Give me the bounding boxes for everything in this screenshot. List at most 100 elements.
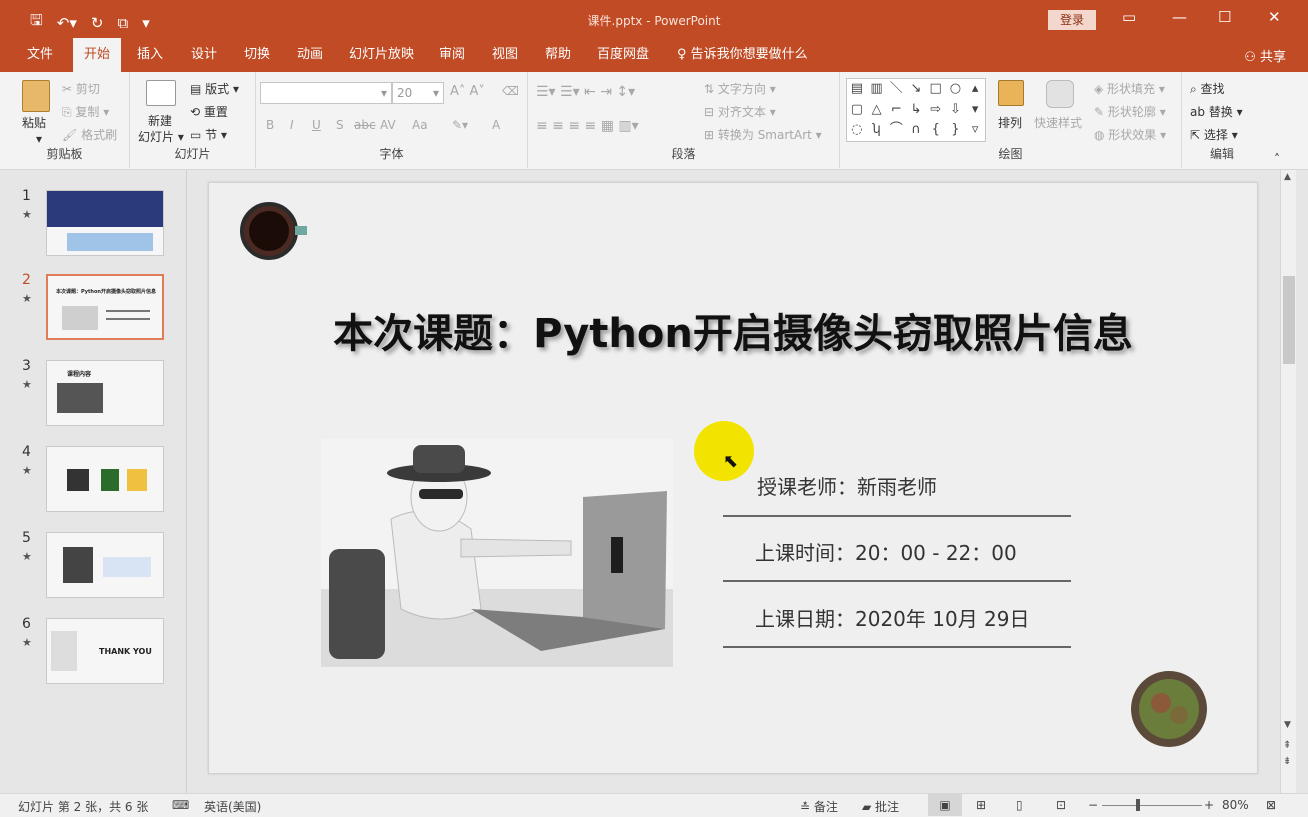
current-slide[interactable]: 本次课题：Python开启摄像头窃取照片信息 ⬉ 授课老师：新雨老师 上课时间：… bbox=[208, 182, 1258, 774]
bold-button[interactable]: B bbox=[266, 118, 274, 132]
elbow-shape-icon[interactable]: ⌐ bbox=[886, 100, 906, 121]
tab-slideshow[interactable]: 幻灯片放映 bbox=[338, 38, 425, 72]
slide-title[interactable]: 本次课题：Python开启摄像头窃取照片信息 bbox=[209, 301, 1257, 359]
roundrect-shape-icon[interactable]: ▢ bbox=[847, 100, 867, 121]
close-icon[interactable]: ✕ bbox=[1268, 8, 1281, 26]
rect-shape-icon[interactable]: □ bbox=[926, 79, 946, 100]
font-color-button[interactable]: A bbox=[492, 118, 500, 132]
copy-button[interactable]: ⎘ 复制 ▾ bbox=[62, 103, 109, 120]
gallery-down-icon[interactable]: ▾ bbox=[965, 100, 985, 121]
new-slide-icon[interactable] bbox=[146, 80, 176, 106]
arrange-button[interactable]: 排列 bbox=[998, 114, 1022, 131]
tab-help[interactable]: 帮助 bbox=[534, 38, 582, 72]
highlight-icon[interactable]: ✎▾ bbox=[452, 118, 468, 132]
layout-button[interactable]: ▤ 版式 ▾ bbox=[190, 80, 239, 97]
strikethrough-button[interactable]: abc bbox=[354, 118, 376, 132]
spellcheck-icon[interactable]: ⌨ bbox=[172, 798, 189, 812]
scroll-down-icon[interactable]: ▼ bbox=[1284, 720, 1291, 730]
quick-styles-icon[interactable] bbox=[1046, 80, 1074, 108]
vtextbox-shape-icon[interactable]: ▥ bbox=[867, 79, 887, 100]
thumbnail-5[interactable]: 5 ★ bbox=[0, 530, 187, 610]
right-arrow-shape-icon[interactable]: ⇨ bbox=[926, 100, 946, 121]
textbox-shape-icon[interactable]: ▤ bbox=[847, 79, 867, 100]
find-button[interactable]: ⌕ 查找 bbox=[1190, 80, 1225, 97]
language-indicator[interactable]: 英语(美国) bbox=[204, 798, 261, 815]
shape-fill-button[interactable]: ◈ 形状填充 ▾ bbox=[1094, 80, 1165, 97]
class-date-text[interactable]: 上课日期：2020年 10月 29日 bbox=[755, 603, 1030, 632]
change-case-button[interactable]: Aa bbox=[412, 118, 428, 132]
cut-button[interactable]: ✂ 剪切 bbox=[62, 80, 100, 97]
char-spacing-button[interactable]: AV bbox=[380, 118, 396, 132]
freeform-shape-icon[interactable]: ʮ bbox=[867, 120, 887, 141]
brace-right-shape-icon[interactable]: } bbox=[946, 120, 966, 141]
shadow-button[interactable]: S bbox=[336, 118, 344, 132]
teacher-text[interactable]: 授课老师：新雨老师 bbox=[757, 471, 937, 500]
italic-button[interactable]: I bbox=[290, 118, 294, 132]
replace-button[interactable]: ab 替换 ▾ bbox=[1190, 103, 1243, 120]
zoom-in-icon[interactable]: + bbox=[1204, 798, 1214, 812]
class-time-text[interactable]: 上课时间：20：00 - 22：00 bbox=[755, 537, 1017, 566]
next-slide-icon[interactable]: ⇟ bbox=[1283, 756, 1291, 767]
comments-button[interactable]: ▰ 批注 bbox=[862, 798, 899, 815]
arrow-line-shape-icon[interactable]: ↘ bbox=[906, 79, 926, 100]
font-family-select[interactable]: ▾ bbox=[260, 82, 392, 104]
zoom-level[interactable]: 80% bbox=[1222, 798, 1249, 812]
shape-effects-button[interactable]: ◍ 形状效果 ▾ bbox=[1094, 126, 1166, 143]
collapse-ribbon-icon[interactable]: ˄ bbox=[1274, 152, 1280, 166]
triangle-shape-icon[interactable]: △ bbox=[867, 100, 887, 121]
minimize-icon[interactable]: — bbox=[1172, 8, 1187, 26]
shape-outline-button[interactable]: ✎ 形状轮廓 ▾ bbox=[1094, 103, 1166, 120]
align-text-button[interactable]: ⊟ 对齐文本 ▾ bbox=[704, 103, 776, 120]
slideshow-view-icon[interactable]: ⊡ bbox=[1056, 798, 1066, 812]
vertical-scrollbar[interactable]: ▲ ▼ ⇞ ⇟ bbox=[1280, 170, 1296, 793]
ribbon-display-icon[interactable]: ▭ bbox=[1122, 8, 1136, 26]
thumbnail-2[interactable]: 2 ★ 本次课题：Python开启摄像头窃取照片信息 bbox=[0, 272, 187, 352]
arrange-icon[interactable] bbox=[998, 80, 1024, 106]
bullets-icon[interactable]: ☰▾ ☰▾ ⇤ ⇥ ↕▾ bbox=[536, 84, 635, 100]
zoom-slider-track[interactable] bbox=[1102, 805, 1202, 806]
scroll-thumb[interactable] bbox=[1283, 276, 1295, 364]
slide-sorter-icon[interactable]: ⊞ bbox=[976, 798, 986, 812]
paste-icon[interactable] bbox=[22, 80, 50, 112]
wave-shape-icon[interactable]: ∩ bbox=[906, 120, 926, 141]
tab-file[interactable]: 文件 bbox=[16, 38, 64, 72]
tab-transitions[interactable]: 切换 bbox=[233, 38, 281, 72]
text-direction-button[interactable]: ⇅ 文字方向 ▾ bbox=[704, 80, 776, 97]
down-arrow-shape-icon[interactable]: ⇩ bbox=[946, 100, 966, 121]
tell-me-search[interactable]: ♀ 告诉我你想要做什么 bbox=[666, 38, 819, 72]
brace-left-shape-icon[interactable]: { bbox=[926, 120, 946, 141]
font-size-select[interactable]: 20 ▾ bbox=[392, 82, 444, 104]
shapes-gallery[interactable]: ▤ ▥ ＼ ↘ □ ○ ▴ ▢ △ ⌐ ↳ ⇨ ⇩ ▾ ◌ ʮ ⌒ ∩{} ▿ bbox=[846, 78, 986, 142]
underline-button[interactable]: U bbox=[312, 118, 321, 132]
elbow-arrow-shape-icon[interactable]: ↳ bbox=[906, 100, 926, 121]
reading-view-icon[interactable]: ▯ bbox=[1016, 798, 1023, 812]
quick-styles-button[interactable]: 快速样式 bbox=[1034, 114, 1082, 131]
notes-button[interactable]: ≛ 备注 bbox=[800, 798, 838, 815]
paste-dropdown-icon[interactable]: ▾ bbox=[36, 132, 42, 146]
line-shape-icon[interactable]: ＼ bbox=[886, 79, 906, 100]
tab-design[interactable]: 设计 bbox=[180, 38, 228, 72]
tab-insert[interactable]: 插入 bbox=[126, 38, 174, 72]
arc-shape-icon[interactable]: ⌒ bbox=[886, 120, 906, 141]
zoom-out-icon[interactable]: − bbox=[1088, 798, 1098, 812]
tab-home[interactable]: 开始 bbox=[73, 38, 122, 72]
section-button[interactable]: ▭ 节 ▾ bbox=[190, 126, 227, 143]
new-slide-label-1[interactable]: 新建 bbox=[148, 112, 172, 129]
tab-baidu-netdisk[interactable]: 百度网盘 bbox=[586, 38, 660, 72]
thumbnail-3[interactable]: 3 ★ 课程内容 bbox=[0, 358, 187, 438]
gallery-up-icon[interactable]: ▴ bbox=[965, 79, 985, 100]
gallery-more-icon[interactable]: ▿ bbox=[965, 120, 985, 141]
maximize-icon[interactable]: ☐ bbox=[1218, 8, 1231, 26]
reset-button[interactable]: ⟲ 重置 bbox=[190, 103, 228, 120]
thumbnail-1[interactable]: 1 ★ bbox=[0, 188, 187, 268]
clear-formatting-icon[interactable]: ⌫ bbox=[502, 84, 519, 98]
zoom-slider-thumb[interactable] bbox=[1136, 799, 1140, 811]
tab-view[interactable]: 视图 bbox=[481, 38, 529, 72]
tab-review[interactable]: 审阅 bbox=[428, 38, 476, 72]
format-painter-button[interactable]: 🖌 格式刷 bbox=[62, 126, 117, 143]
paste-button[interactable]: 粘贴 bbox=[22, 114, 46, 131]
share-button[interactable]: ⚇ 共享 bbox=[1244, 46, 1286, 65]
scroll-up-icon[interactable]: ▲ bbox=[1284, 172, 1291, 182]
new-slide-label-2[interactable]: 幻灯片 ▾ bbox=[138, 128, 184, 145]
select-button[interactable]: ⇱ 选择 ▾ bbox=[1190, 126, 1238, 143]
